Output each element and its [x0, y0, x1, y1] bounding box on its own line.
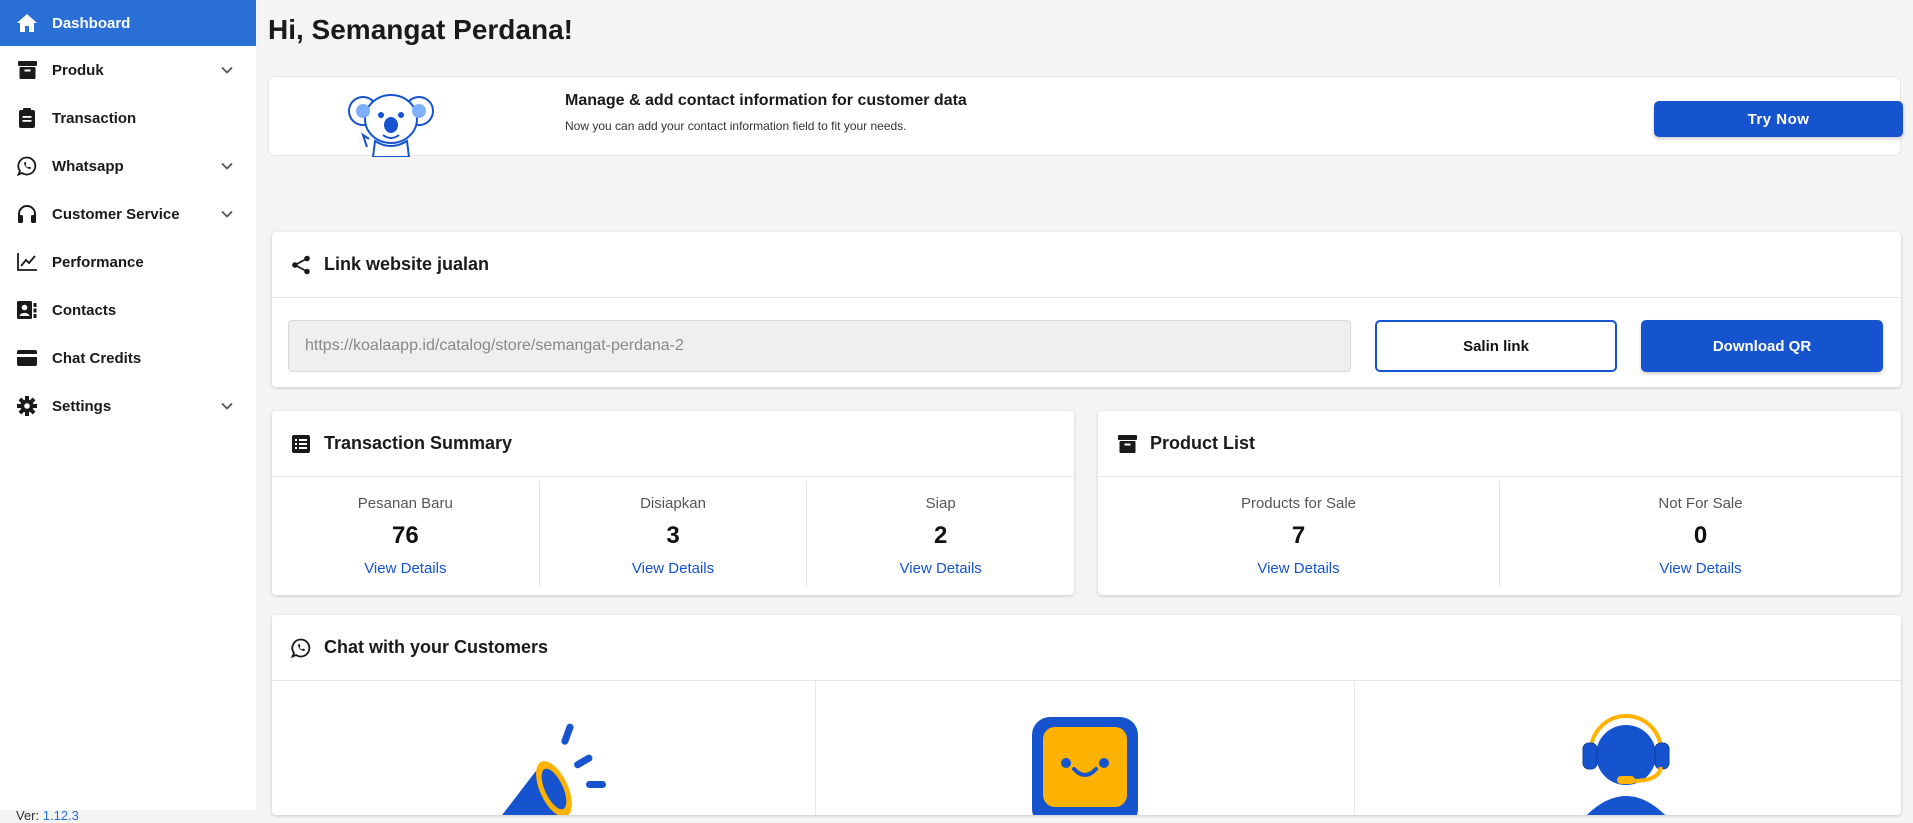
sidebar-item-label: Customer Service [52, 205, 180, 223]
view-details-link[interactable]: View Details [632, 560, 714, 577]
sidebar-item-label: Contacts [52, 301, 117, 319]
sidebar-item-contacts[interactable]: Contacts [0, 286, 256, 334]
version-number[interactable]: 1.12.3 [43, 808, 79, 823]
chevron-down-icon[interactable] [220, 399, 234, 413]
stat-label: Disiapkan [640, 495, 706, 512]
sidebar-item-label: Produk [52, 61, 104, 79]
copy-link-button[interactable]: Salin link [1375, 320, 1617, 372]
store-link-card: Link website jualan Salin link Download … [272, 232, 1901, 387]
card-header: Product List [1098, 411, 1901, 477]
view-details-link[interactable]: View Details [900, 560, 982, 577]
sidebar-item-dashboard[interactable]: Dashboard [0, 0, 256, 46]
stat-not-for-sale: Not For Sale 0 View Details [1500, 481, 1901, 587]
chatbot-illustration [1032, 717, 1138, 815]
stat-label: Siap [925, 495, 956, 512]
view-details-link[interactable]: View Details [364, 560, 446, 577]
card-header: Transaction Summary [272, 411, 1074, 477]
stat-label: Not For Sale [1658, 495, 1743, 512]
sidebar-item-label: Settings [52, 397, 112, 415]
banner-title: Manage & add contact information for cus… [565, 92, 967, 109]
banner-subtitle: Now you can add your contact information… [565, 119, 907, 133]
stat-value: 2 [934, 522, 948, 549]
stat-value: 7 [1291, 522, 1306, 549]
page-title: Hi, Semangat Perdana! [268, 14, 573, 45]
stat-value: 3 [666, 522, 680, 549]
promo-banner: Manage & add contact information for cus… [268, 76, 1903, 157]
transaction-summary-card: Transaction Summary Pesanan Baru 76 View… [272, 411, 1074, 595]
view-details-link[interactable]: View Details [1257, 560, 1339, 577]
view-details-link[interactable]: View Details [1659, 560, 1741, 577]
home-icon [16, 12, 38, 34]
share-icon [290, 254, 312, 276]
archive-icon [16, 59, 38, 81]
stat-value: 76 [391, 522, 419, 549]
agent-headset-illustration [1582, 714, 1670, 815]
sidebar-item-label: Chat Credits [52, 349, 142, 367]
stat-disiapkan: Disiapkan 3 View Details [540, 481, 808, 587]
product-list-card: Product List Products for Sale 7 View De… [1098, 411, 1901, 595]
chart-line-icon [16, 251, 38, 273]
card-title: Link website jualan [324, 254, 490, 274]
sidebar-item-chat-credits[interactable]: Chat Credits [0, 334, 256, 382]
chat-column-broadcast [272, 681, 816, 815]
card-header: Chat with your Customers [272, 615, 1901, 681]
stat-siap: Siap 2 View Details [807, 481, 1074, 587]
version-info: Ver: 1.12.3 [16, 808, 79, 823]
gear-icon [16, 395, 38, 417]
sidebar-item-label: Performance [52, 253, 144, 271]
stats-row: Pesanan Baru 76 View Details Disiapkan 3… [272, 477, 1074, 587]
card-header: Link website jualan [272, 232, 1901, 298]
list-icon [290, 433, 312, 455]
sidebar-item-transaction[interactable]: Transaction [0, 94, 256, 142]
sidebar-item-label: Dashboard [52, 14, 131, 32]
stat-pesanan-baru: Pesanan Baru 76 View Details [272, 481, 540, 587]
version-label: Ver: [16, 808, 40, 823]
koala-mascot-illustration [348, 94, 434, 157]
clipboard-icon [16, 107, 38, 129]
chevron-down-icon[interactable] [220, 63, 234, 77]
archive-icon [1116, 433, 1138, 455]
sidebar-item-settings[interactable]: Settings [0, 382, 256, 430]
chat-column-agent [1355, 681, 1901, 815]
sidebar-item-label: Whatsapp [52, 157, 124, 175]
card-title: Product List [1150, 433, 1256, 453]
chevron-down-icon[interactable] [220, 207, 234, 221]
download-qr-button[interactable]: Download QR [1641, 320, 1883, 372]
stat-label: Pesanan Baru [357, 495, 453, 512]
try-now-button[interactable]: Try Now [1654, 101, 1903, 137]
stat-products-for-sale: Products for Sale 7 View Details [1098, 481, 1500, 587]
chat-illustrations-row [272, 681, 1901, 815]
sidebar-item-whatsapp[interactable]: Whatsapp [0, 142, 256, 190]
stats-row: Products for Sale 7 View Details Not For… [1098, 477, 1901, 587]
whatsapp-icon [290, 637, 312, 659]
sidebar-item-performance[interactable]: Performance [0, 238, 256, 286]
chat-customers-card: Chat with your Customers [272, 615, 1901, 815]
credit-card-icon [16, 347, 38, 369]
sidebar-item-produk[interactable]: Produk [0, 46, 256, 94]
megaphone-illustration [502, 723, 606, 815]
sidebar-item-customer-service[interactable]: Customer Service [0, 190, 256, 238]
stat-value: 0 [1693, 522, 1708, 549]
stat-label: Products for Sale [1240, 495, 1357, 512]
card-title: Transaction Summary [324, 433, 513, 453]
sidebar-item-label: Transaction [52, 109, 137, 127]
headphones-icon [16, 203, 38, 225]
contact-card-icon [16, 299, 38, 321]
whatsapp-icon [16, 155, 38, 177]
card-title: Chat with your Customers [324, 637, 549, 657]
chat-column-chatbot [816, 681, 1355, 815]
chevron-down-icon[interactable] [220, 159, 234, 173]
sidebar: Dashboard Produk Transaction Whatsapp Cu… [0, 0, 256, 810]
store-url-field[interactable] [288, 320, 1351, 372]
main-content: Hi, Semangat Perdana! Manage & add conta… [256, 0, 1913, 815]
